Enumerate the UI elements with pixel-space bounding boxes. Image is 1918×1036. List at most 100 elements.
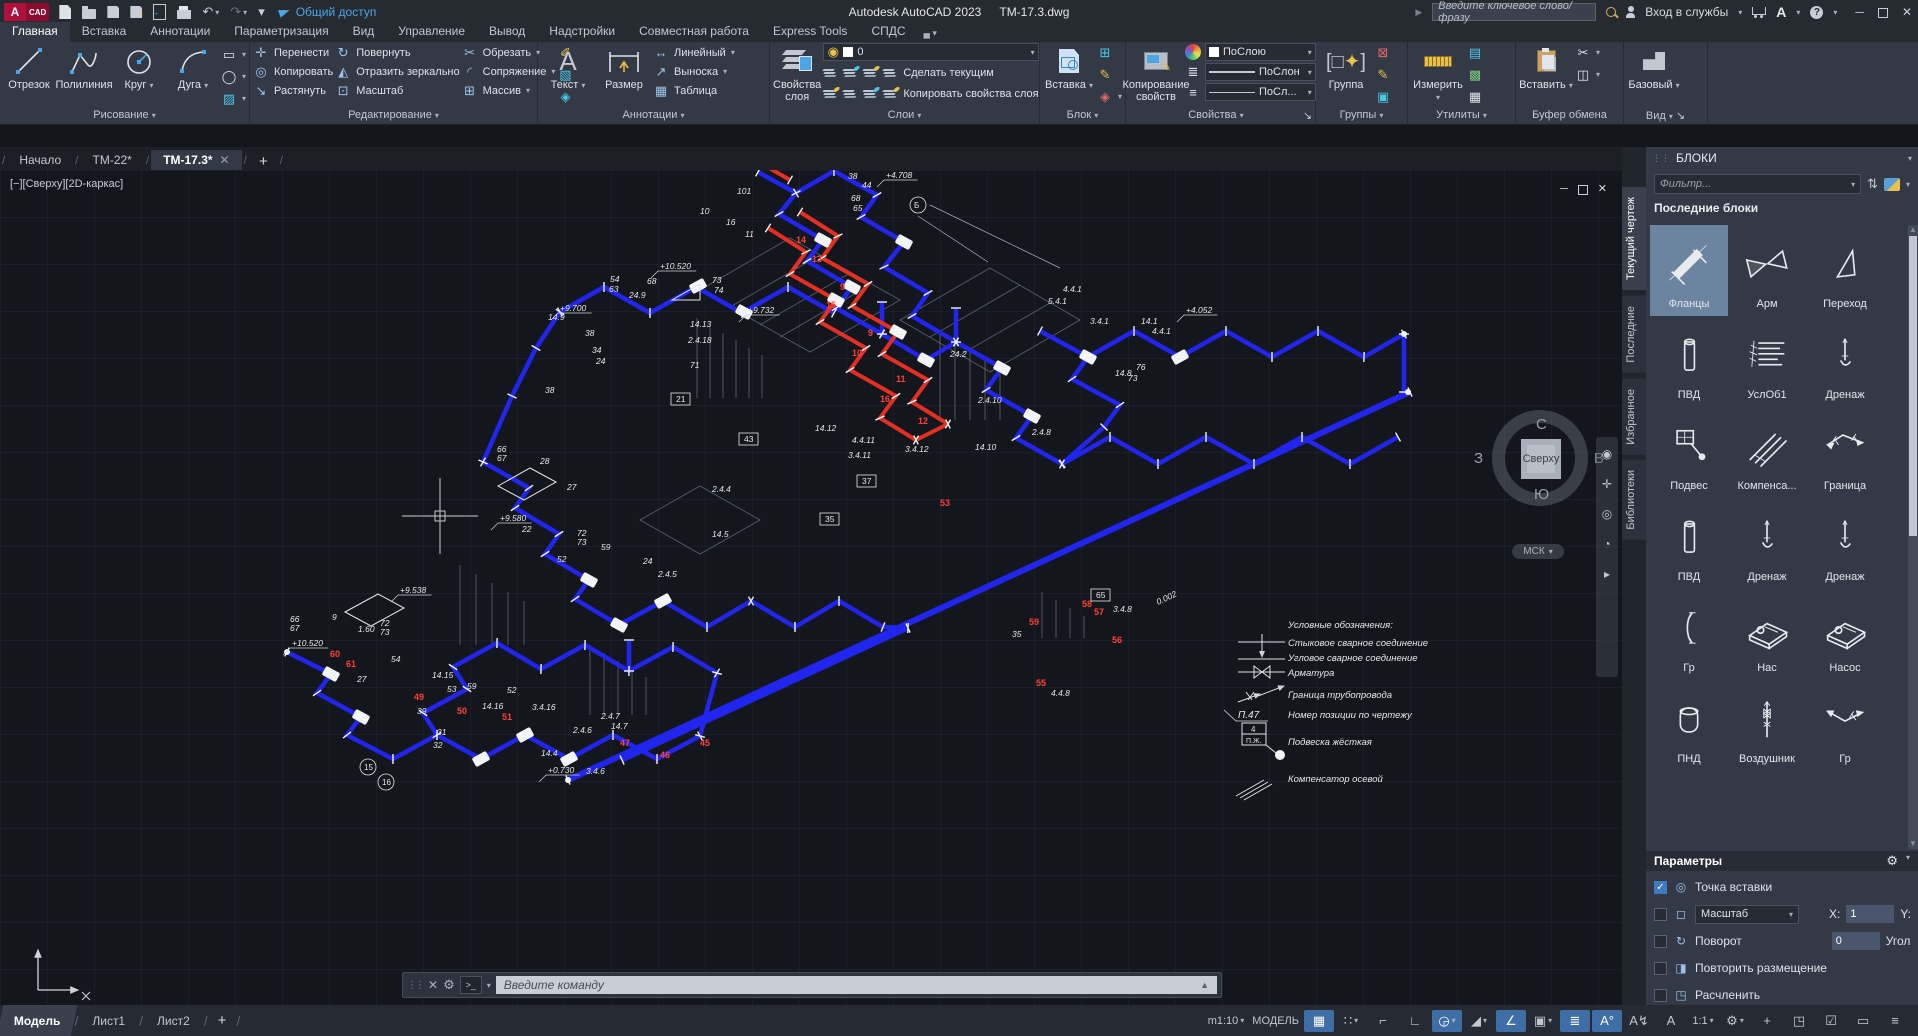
modify1-0-button[interactable]: ✛Перенести [253, 43, 333, 62]
modify2-2-button[interactable]: ⊡Масштаб [335, 81, 459, 100]
block-tile-Воздушник[interactable]: Воздушник [1728, 680, 1806, 771]
nav-wheel-icon[interactable]: ◉ [1602, 447, 1612, 461]
cmd-close-icon[interactable]: ✕ [428, 978, 438, 992]
search-expand-icon[interactable]: ▶ [1415, 7, 1422, 18]
viewcube-face-top[interactable]: Сверху [1521, 439, 1561, 479]
ribbon-tab-Параметризация[interactable]: Параметризация [222, 22, 340, 42]
cmd-grip-icon[interactable]: ⋮⋮ [407, 980, 423, 991]
insert-block-button[interactable]: Вставка ▾ [1043, 43, 1095, 107]
nav-orbit-icon[interactable]: ◔ [1603, 537, 1610, 551]
copy-clip-button[interactable]: ◫ ▾ [1575, 65, 1600, 84]
help-caret-icon[interactable]: ▾ [1833, 8, 1837, 17]
ribbon-tab-Вид[interactable]: Вид [341, 22, 387, 42]
status-ortho-mode[interactable]: ∟ [1400, 1010, 1430, 1032]
cmd-customize-icon[interactable]: ⚙ [443, 977, 455, 993]
block-tile-Дренаж[interactable]: Дренаж [1728, 498, 1806, 589]
block-tile-Нас[interactable]: Нас [1728, 589, 1806, 680]
viewcube-south[interactable]: Ю [1534, 486, 1549, 503]
annotate-0-button[interactable]: ↔Линейный ▾ [653, 43, 735, 62]
minimize-button[interactable]: ─ [1855, 5, 1864, 19]
modify1-2-button[interactable]: ↘Растянуть [253, 81, 333, 100]
open-file-icon[interactable] [82, 6, 96, 19]
status-dynamic-input[interactable]: ⌐ [1368, 1010, 1398, 1032]
cmd-prompt-icon[interactable]: >_ [460, 976, 482, 994]
base-view-button[interactable]: Базовый ▾ [1627, 43, 1681, 107]
store-cart-icon[interactable] [1752, 7, 1766, 15]
block-tile-Подвес[interactable]: Подвес [1650, 407, 1728, 498]
scale-dropdown[interactable]: Масштаб▾ [1695, 905, 1799, 924]
status-workspace-switching[interactable]: ⚙▾ [1720, 1010, 1750, 1032]
viewcube-west[interactable]: З [1474, 450, 1483, 467]
cut-clip-button[interactable]: ✂ ▾ [1575, 43, 1600, 62]
blocks-sync-icon[interactable]: ⇅ [1867, 176, 1878, 192]
status-clean-screen[interactable]: ▭ [1848, 1010, 1878, 1032]
autodesk-caret-icon[interactable]: ▾ [1796, 8, 1800, 17]
ribbon-collapse-icon[interactable]: ▄ ▾ [924, 28, 937, 39]
scale-checkbox[interactable] [1654, 908, 1667, 921]
panel-label-clipboard[interactable]: Буфер обмена [1519, 109, 1620, 124]
ungroup-button[interactable]: ⊠ [1375, 43, 1391, 62]
circle-button[interactable]: Круг ▾ [113, 43, 165, 107]
ucs-menu[interactable]: МСК▾ [1512, 544, 1564, 559]
panel-label-view[interactable]: Вид ▾ ↘ [1627, 109, 1704, 124]
nav-pan-icon[interactable]: ✛ [1602, 477, 1612, 491]
palette-tab-Текущий чертеж[interactable]: Текущий чертеж [1622, 187, 1646, 290]
signin-caret-icon[interactable]: ▾ [1738, 8, 1742, 17]
panel-label-block[interactable]: Блок ▾ [1043, 109, 1122, 124]
cmd-recent-caret-icon[interactable]: ▾ [487, 981, 491, 990]
palette-tab-Последние[interactable]: Последние [1622, 296, 1646, 373]
status-grid-display[interactable]: ▦ [1304, 1010, 1334, 1032]
navigation-bar[interactable]: ◉ ✛ ◎ ◔ ▸ [1596, 437, 1618, 677]
new-file-icon[interactable] [59, 5, 71, 19]
palette-menu-icon[interactable]: ▾ [1908, 154, 1912, 163]
nav-motion-icon[interactable]: ▸ [1604, 567, 1610, 581]
arc-button[interactable]: Дуга ▾ [167, 43, 219, 107]
share-button[interactable]: Общий доступ [279, 5, 377, 19]
autodesk-a-icon[interactable]: A [1776, 4, 1786, 20]
dimension-button[interactable]: Размер [597, 43, 651, 107]
block-tile-ПВД[interactable]: ПВД [1650, 316, 1728, 407]
panel-label-utilities[interactable]: Утилиты ▾ [1411, 109, 1512, 124]
search-icon[interactable] [1606, 7, 1616, 17]
viewport-controls[interactable]: [−][Сверху][2D-каркас] [10, 178, 123, 190]
status-customization-menu[interactable]: ≡ [1880, 1010, 1910, 1032]
command-input[interactable]: Введите команду ▲ [496, 976, 1217, 994]
blocks-scrollbar[interactable]: ▲▼ [1908, 225, 1918, 849]
parameters-header[interactable]: Параметры ⚙▾ [1646, 851, 1918, 871]
match-properties-button[interactable]: Копирование свойств [1129, 43, 1183, 107]
status-isometric-drafting[interactable]: ◢▾ [1464, 1010, 1494, 1032]
palette-tab-Библиотеки[interactable]: Библиотеки [1622, 460, 1646, 540]
layout-tab-Лист1[interactable]: Лист1 [78, 1005, 139, 1036]
ribbon-tab-Аннотации[interactable]: Аннотации [138, 22, 222, 42]
color-dropdown[interactable]: ПоСлою▾ [1205, 43, 1316, 61]
panel-label-properties[interactable]: Свойства ▾ ↘ [1129, 109, 1312, 124]
ribbon-tab-Управление[interactable]: Управление [386, 22, 477, 42]
ribbon-tab-Вывод[interactable]: Вывод [477, 22, 537, 42]
annotate-2-button[interactable]: ▦Таблица [653, 81, 735, 100]
group-edit-button[interactable]: ✎ [1375, 65, 1391, 84]
file-tab-ТМ-17.3*[interactable]: ТМ-17.3*✕ [151, 150, 241, 170]
match-layer-button[interactable]: Копировать свойства слоя [823, 84, 1038, 103]
rotation-checkbox[interactable] [1654, 935, 1667, 948]
parameters-gear-icon[interactable]: ⚙ [1886, 853, 1898, 869]
new-drawing-tab-button[interactable]: + [249, 153, 278, 170]
parameters-caret-icon[interactable]: ▾ [1906, 853, 1910, 869]
ribbon-tab-Совместная работа[interactable]: Совместная работа [627, 22, 761, 42]
close-button[interactable]: ✕ [1902, 5, 1912, 19]
ribbon-tab-Вставка[interactable]: Вставка [70, 22, 139, 42]
ribbon-tab-СПДС[interactable]: СПДС [859, 22, 917, 42]
file-tab-ТМ-22*[interactable]: ТМ-22* [81, 150, 144, 170]
group-select-button[interactable]: ▣ [1375, 87, 1391, 106]
block-tile-ПНД[interactable]: ПНД [1650, 680, 1728, 771]
cmd-expand-icon[interactable]: ▲ [1200, 980, 1209, 990]
status-graphics-performance[interactable]: ☑ [1816, 1010, 1846, 1032]
linetype-dropdown[interactable]: ПоСл...▾ [1205, 83, 1316, 101]
nav-zoom-icon[interactable]: ◎ [1602, 507, 1612, 521]
text-button[interactable]: АТекст ▾ [541, 43, 595, 107]
save-icon[interactable] [107, 6, 119, 18]
hatch-button[interactable]: ▨ ▾ [221, 89, 246, 108]
layout-tab-Лист2[interactable]: Лист2 [143, 1005, 204, 1036]
vp-close-icon[interactable]: ✕ [1598, 182, 1607, 195]
ribbon-tab-Надстройки[interactable]: Надстройки [537, 22, 627, 42]
qat-dropdown-icon[interactable]: ▾ [258, 4, 265, 20]
